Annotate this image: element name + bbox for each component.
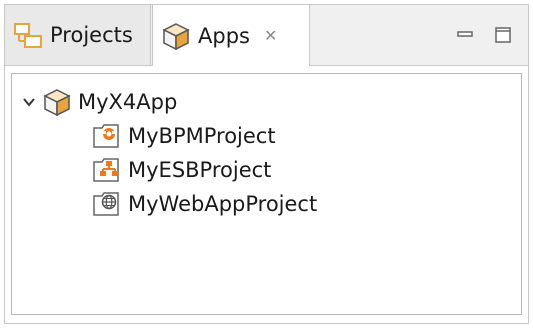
tab-bar: Projects Apps ✕	[5, 5, 528, 66]
tree-item-esb-project[interactable]: MyESBProject	[92, 153, 271, 187]
tree-item-webapp-project[interactable]: MyWebAppProject	[92, 187, 317, 221]
tree-item-label: MyX4App	[78, 90, 178, 114]
tree-item-label: MyWebAppProject	[128, 192, 318, 216]
tree-item-label: MyBPMProject	[128, 124, 276, 148]
tab-projects[interactable]: Projects	[5, 5, 151, 65]
esb-project-icon	[93, 158, 119, 182]
chevron-down-icon[interactable]	[22, 95, 36, 109]
webapp-project-icon	[93, 192, 119, 216]
view-content: MyX4App MyBPMProject MyESBProject MyWebA…	[5, 65, 528, 323]
package-icon	[43, 89, 71, 116]
tree-item-root[interactable]: MyX4App	[22, 85, 177, 119]
tree-item-bpm-project[interactable]: MyBPMProject	[92, 119, 276, 153]
tree-item-label: MyESBProject	[128, 158, 272, 182]
maximize-icon[interactable]	[494, 26, 512, 44]
tab-projects-label: Projects	[50, 23, 133, 47]
app-tree: MyX4App MyBPMProject MyESBProject MyWebA…	[11, 73, 522, 315]
bpm-project-icon	[93, 124, 119, 148]
package-icon	[162, 22, 190, 50]
minimize-icon[interactable]	[456, 26, 474, 44]
project-explorer-icon	[14, 23, 42, 48]
apps-view: Projects Apps ✕ MyX4App MyBPMProject MyE…	[4, 4, 529, 324]
close-tab-icon[interactable]: ✕	[264, 26, 277, 45]
tab-apps[interactable]: Apps ✕	[152, 5, 310, 66]
tab-apps-label: Apps	[198, 23, 250, 48]
view-controls	[456, 5, 528, 65]
